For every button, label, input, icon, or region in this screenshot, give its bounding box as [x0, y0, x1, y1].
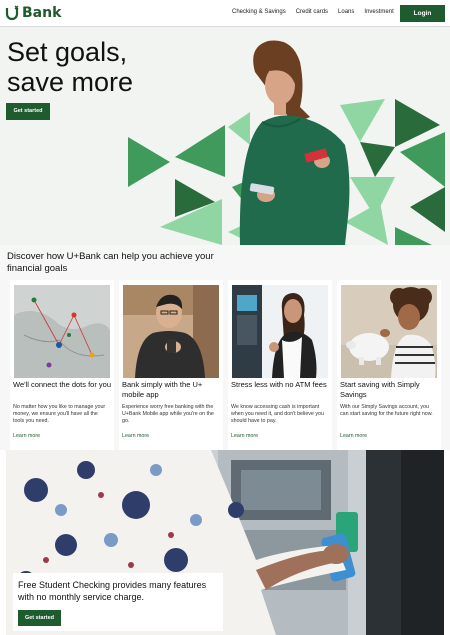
hero-get-started-button[interactable]: Get started [6, 103, 50, 120]
nav-link-checking-savings[interactable]: Checking & Savings [232, 9, 286, 15]
nav-links: Checking & Savings Credit cards Loans In… [232, 9, 394, 15]
man-with-phone-image [123, 285, 219, 378]
u-plus-logo-icon [5, 5, 19, 21]
nav-link-investment[interactable]: Investment [364, 9, 393, 15]
promo-text: Free Student Checking provides many feat… [18, 580, 207, 602]
hero-title: Set goals, save more [7, 37, 134, 97]
card-description: Experience worry free banking with the U… [122, 404, 214, 424]
learn-more-link[interactable]: Learn more [340, 433, 367, 439]
promo-card: Free Student Checking provides many feat… [13, 573, 223, 631]
learn-more-link[interactable]: Learn more [13, 433, 40, 439]
card-description: With our Simply Savings account, you can… [340, 404, 433, 417]
feature-card-mobile-app: Bank simply with the U+ mobile app Exper… [119, 280, 223, 450]
login-button[interactable]: Login [400, 5, 445, 22]
hero-section: Set goals, save more Get started [0, 27, 450, 245]
card-title: We'll connect the dots for you [13, 380, 112, 389]
discover-title: Discover how U+Bank can help you achieve… [7, 251, 214, 274]
feature-card-no-atm-fees: Stress less with no ATM fees We know acc… [228, 280, 332, 450]
learn-more-link[interactable]: Learn more [231, 433, 258, 439]
card-title: Start saving with Simply Savings [340, 380, 420, 399]
promo-get-started-button[interactable]: Get started [18, 610, 61, 626]
nav-link-credit-cards[interactable]: Credit cards [296, 9, 328, 15]
card-description: We know accessing cash is important when… [231, 404, 324, 424]
child-piggy-bank-image [341, 285, 437, 378]
brand-name: Bank [22, 5, 62, 21]
card-description: No matter how you like to manage your mo… [13, 404, 106, 424]
brand-logo[interactable]: Bank [5, 4, 61, 22]
card-title: Stress less with no ATM fees [231, 380, 327, 389]
learn-more-link[interactable]: Learn more [122, 433, 149, 439]
feature-card-connect-dots: We'll connect the dots for you No matter… [10, 280, 114, 450]
feature-card-simply-savings: Start saving with Simply Savings With ou… [337, 280, 441, 450]
map-pins-image [14, 285, 110, 378]
woman-at-atm-image [232, 285, 328, 378]
card-title: Bank simply with the U+ mobile app [122, 380, 203, 399]
top-navigation: Bank Checking & Savings Credit cards Loa… [0, 0, 450, 27]
nav-link-loans[interactable]: Loans [338, 9, 354, 15]
